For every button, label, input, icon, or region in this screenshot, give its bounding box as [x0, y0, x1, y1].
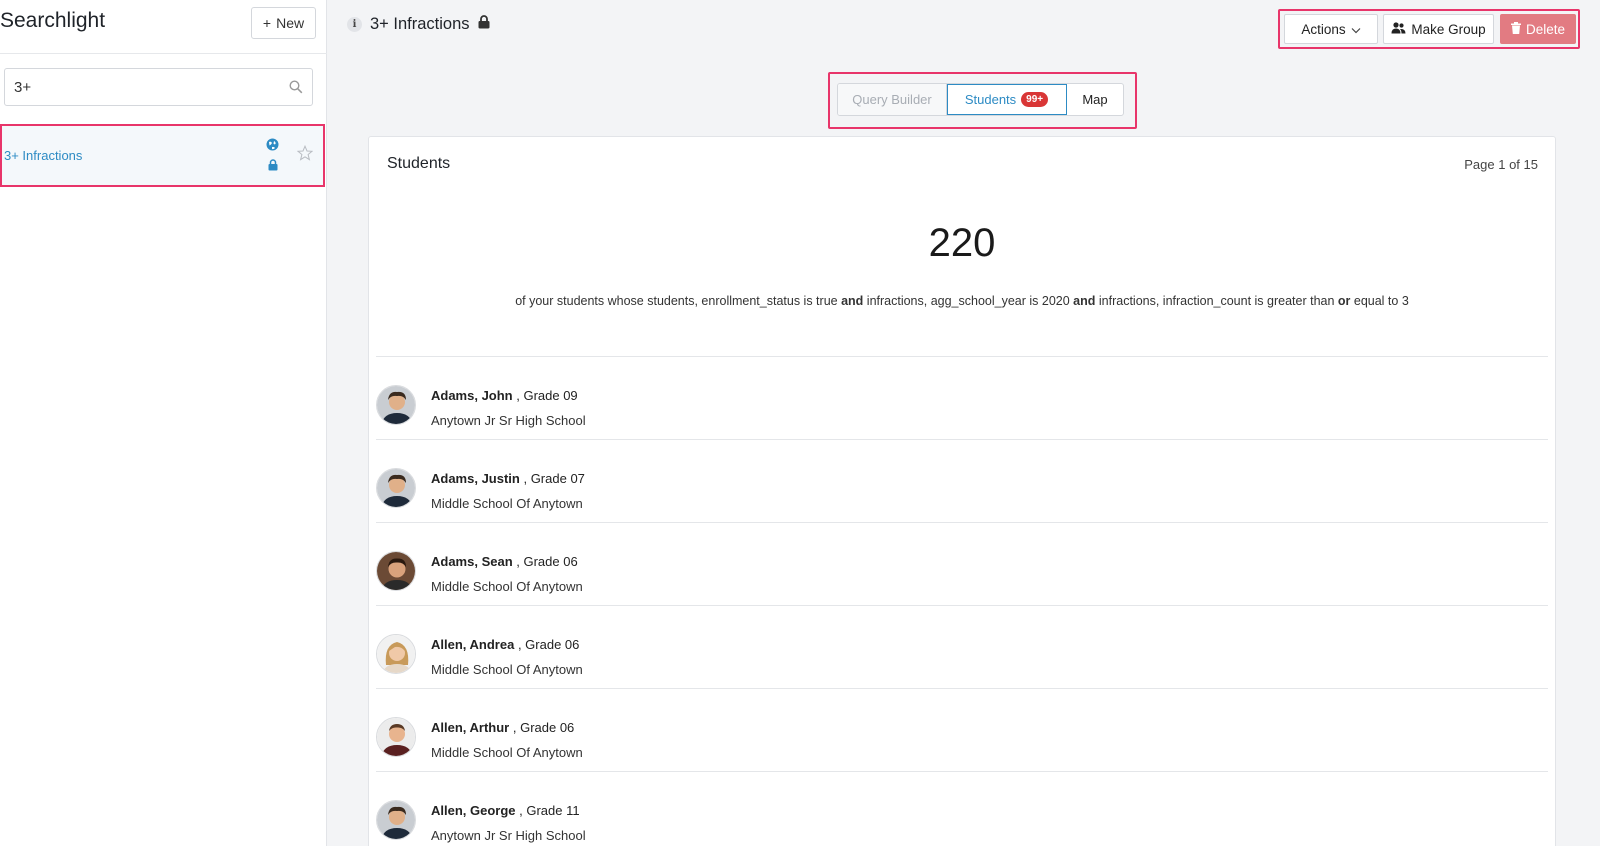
delete-button[interactable]: Delete — [1500, 14, 1576, 44]
student-school: Middle School Of Anytown — [431, 496, 583, 511]
plus-icon: + — [262, 15, 272, 31]
student-grade: , Grade 07 — [519, 471, 585, 486]
student-row[interactable]: Allen, Arthur , Grade 06 Middle School O… — [376, 688, 1548, 771]
query-keyword-and: and — [1073, 294, 1096, 308]
student-name-line: Adams, Sean , Grade 06 — [431, 554, 578, 569]
users-icon — [1391, 21, 1406, 37]
student-name-line: Allen, Andrea , Grade 06 — [431, 637, 579, 652]
students-count-badge: 99+ — [1021, 92, 1049, 107]
student-school: Middle School Of Anytown — [431, 745, 583, 760]
query-text-part: of your students whose students, enrollm… — [515, 294, 842, 308]
student-avatar — [376, 717, 416, 757]
student-school: Middle School Of Anytown — [431, 662, 583, 677]
tab-query-builder[interactable]: Query Builder — [838, 84, 947, 115]
student-name[interactable]: Adams, John — [431, 388, 513, 403]
new-button-label: New — [276, 15, 305, 31]
student-grade: , Grade 06 — [514, 637, 580, 652]
lock-icon — [478, 15, 490, 34]
view-tabs-highlight: Query Builder Students 99+ Map — [828, 72, 1137, 129]
tab-students[interactable]: Students 99+ — [947, 84, 1067, 115]
student-grade: , Grade 09 — [512, 388, 578, 403]
page-header: i 3+ Infractions — [347, 15, 490, 34]
page-indicator: Page 1 of 15 — [1464, 157, 1538, 172]
student-row[interactable]: Allen, George , Grade 11 Anytown Jr Sr H… — [376, 771, 1548, 846]
tab-students-label: Students — [964, 92, 1017, 107]
query-text-part: infractions, infraction_count is greater… — [1095, 294, 1338, 308]
student-name[interactable]: Adams, Sean — [431, 554, 513, 569]
sidebar: Searchlight + New 3+ Infractions — [0, 0, 327, 846]
results-card: Students Page 1 of 15 220 of your studen… — [368, 136, 1556, 846]
star-icon[interactable] — [296, 144, 314, 166]
delete-label: Delete — [1525, 21, 1566, 37]
student-avatar — [376, 468, 416, 508]
actions-dropdown-button[interactable]: Actions — [1284, 14, 1378, 44]
make-group-button[interactable]: Make Group — [1383, 14, 1494, 44]
student-avatar — [376, 385, 416, 425]
make-group-label: Make Group — [1411, 21, 1486, 37]
saved-search-label[interactable]: 3+ Infractions — [4, 148, 82, 163]
student-avatar — [376, 634, 416, 674]
view-tabs: Query Builder Students 99+ Map — [837, 83, 1124, 116]
chevron-down-icon — [1351, 22, 1361, 37]
query-keyword-and: and — [841, 294, 864, 308]
info-icon[interactable]: i — [347, 17, 362, 32]
new-search-button[interactable]: + New — [251, 7, 316, 39]
student-grade: , Grade 06 — [512, 554, 578, 569]
student-row[interactable]: Adams, Justin , Grade 07 Middle School O… — [376, 439, 1548, 522]
page-title: 3+ Infractions — [370, 15, 470, 33]
student-row[interactable]: Adams, John , Grade 09 Anytown Jr Sr Hig… — [376, 356, 1548, 439]
student-grade: , Grade 06 — [509, 720, 575, 735]
student-name-line: Allen, George , Grade 11 — [431, 803, 580, 818]
student-row[interactable]: Allen, Andrea , Grade 06 Middle School O… — [376, 605, 1548, 688]
query-text-part: equal to 3 — [1350, 294, 1409, 308]
actions-label: Actions — [1301, 21, 1346, 37]
student-name[interactable]: Adams, Justin — [431, 471, 520, 486]
app-title: Searchlight — [0, 9, 106, 32]
student-school: Middle School Of Anytown — [431, 579, 583, 594]
student-grade: , Grade 11 — [515, 803, 580, 818]
student-name-line: Adams, John , Grade 09 — [431, 388, 578, 403]
query-keyword-or: or — [1337, 294, 1351, 308]
student-name[interactable]: Allen, Arthur — [431, 720, 509, 735]
result-count: 220 — [928, 221, 996, 265]
student-name[interactable]: Allen, George — [431, 803, 516, 818]
student-row[interactable]: Adams, Sean , Grade 06 Middle School Of … — [376, 522, 1548, 605]
sidebar-divider — [0, 53, 327, 54]
query-text-part: infractions, agg_school_year is 2020 — [863, 294, 1074, 308]
student-avatar — [376, 551, 416, 591]
action-button-group: Actions Make Group Delete — [1278, 9, 1580, 49]
globe-icon — [266, 138, 279, 156]
trash-icon — [1510, 21, 1521, 37]
student-name-line: Allen, Arthur , Grade 06 — [431, 720, 574, 735]
results-title: Students — [387, 155, 451, 172]
lock-icon — [268, 158, 278, 176]
student-school: Anytown Jr Sr High School — [431, 828, 586, 843]
search-icon[interactable] — [289, 80, 303, 99]
tab-map[interactable]: Map — [1067, 84, 1123, 115]
saved-search-item[interactable]: 3+ Infractions — [0, 124, 325, 187]
student-name-line: Adams, Justin , Grade 07 — [431, 471, 585, 486]
query-description: of your students whose students, enrollm… — [369, 294, 1555, 308]
search-box[interactable] — [4, 68, 313, 106]
student-avatar — [376, 800, 416, 840]
search-input[interactable] — [5, 69, 265, 105]
student-school: Anytown Jr Sr High School — [431, 413, 586, 428]
student-name[interactable]: Allen, Andrea — [431, 637, 514, 652]
